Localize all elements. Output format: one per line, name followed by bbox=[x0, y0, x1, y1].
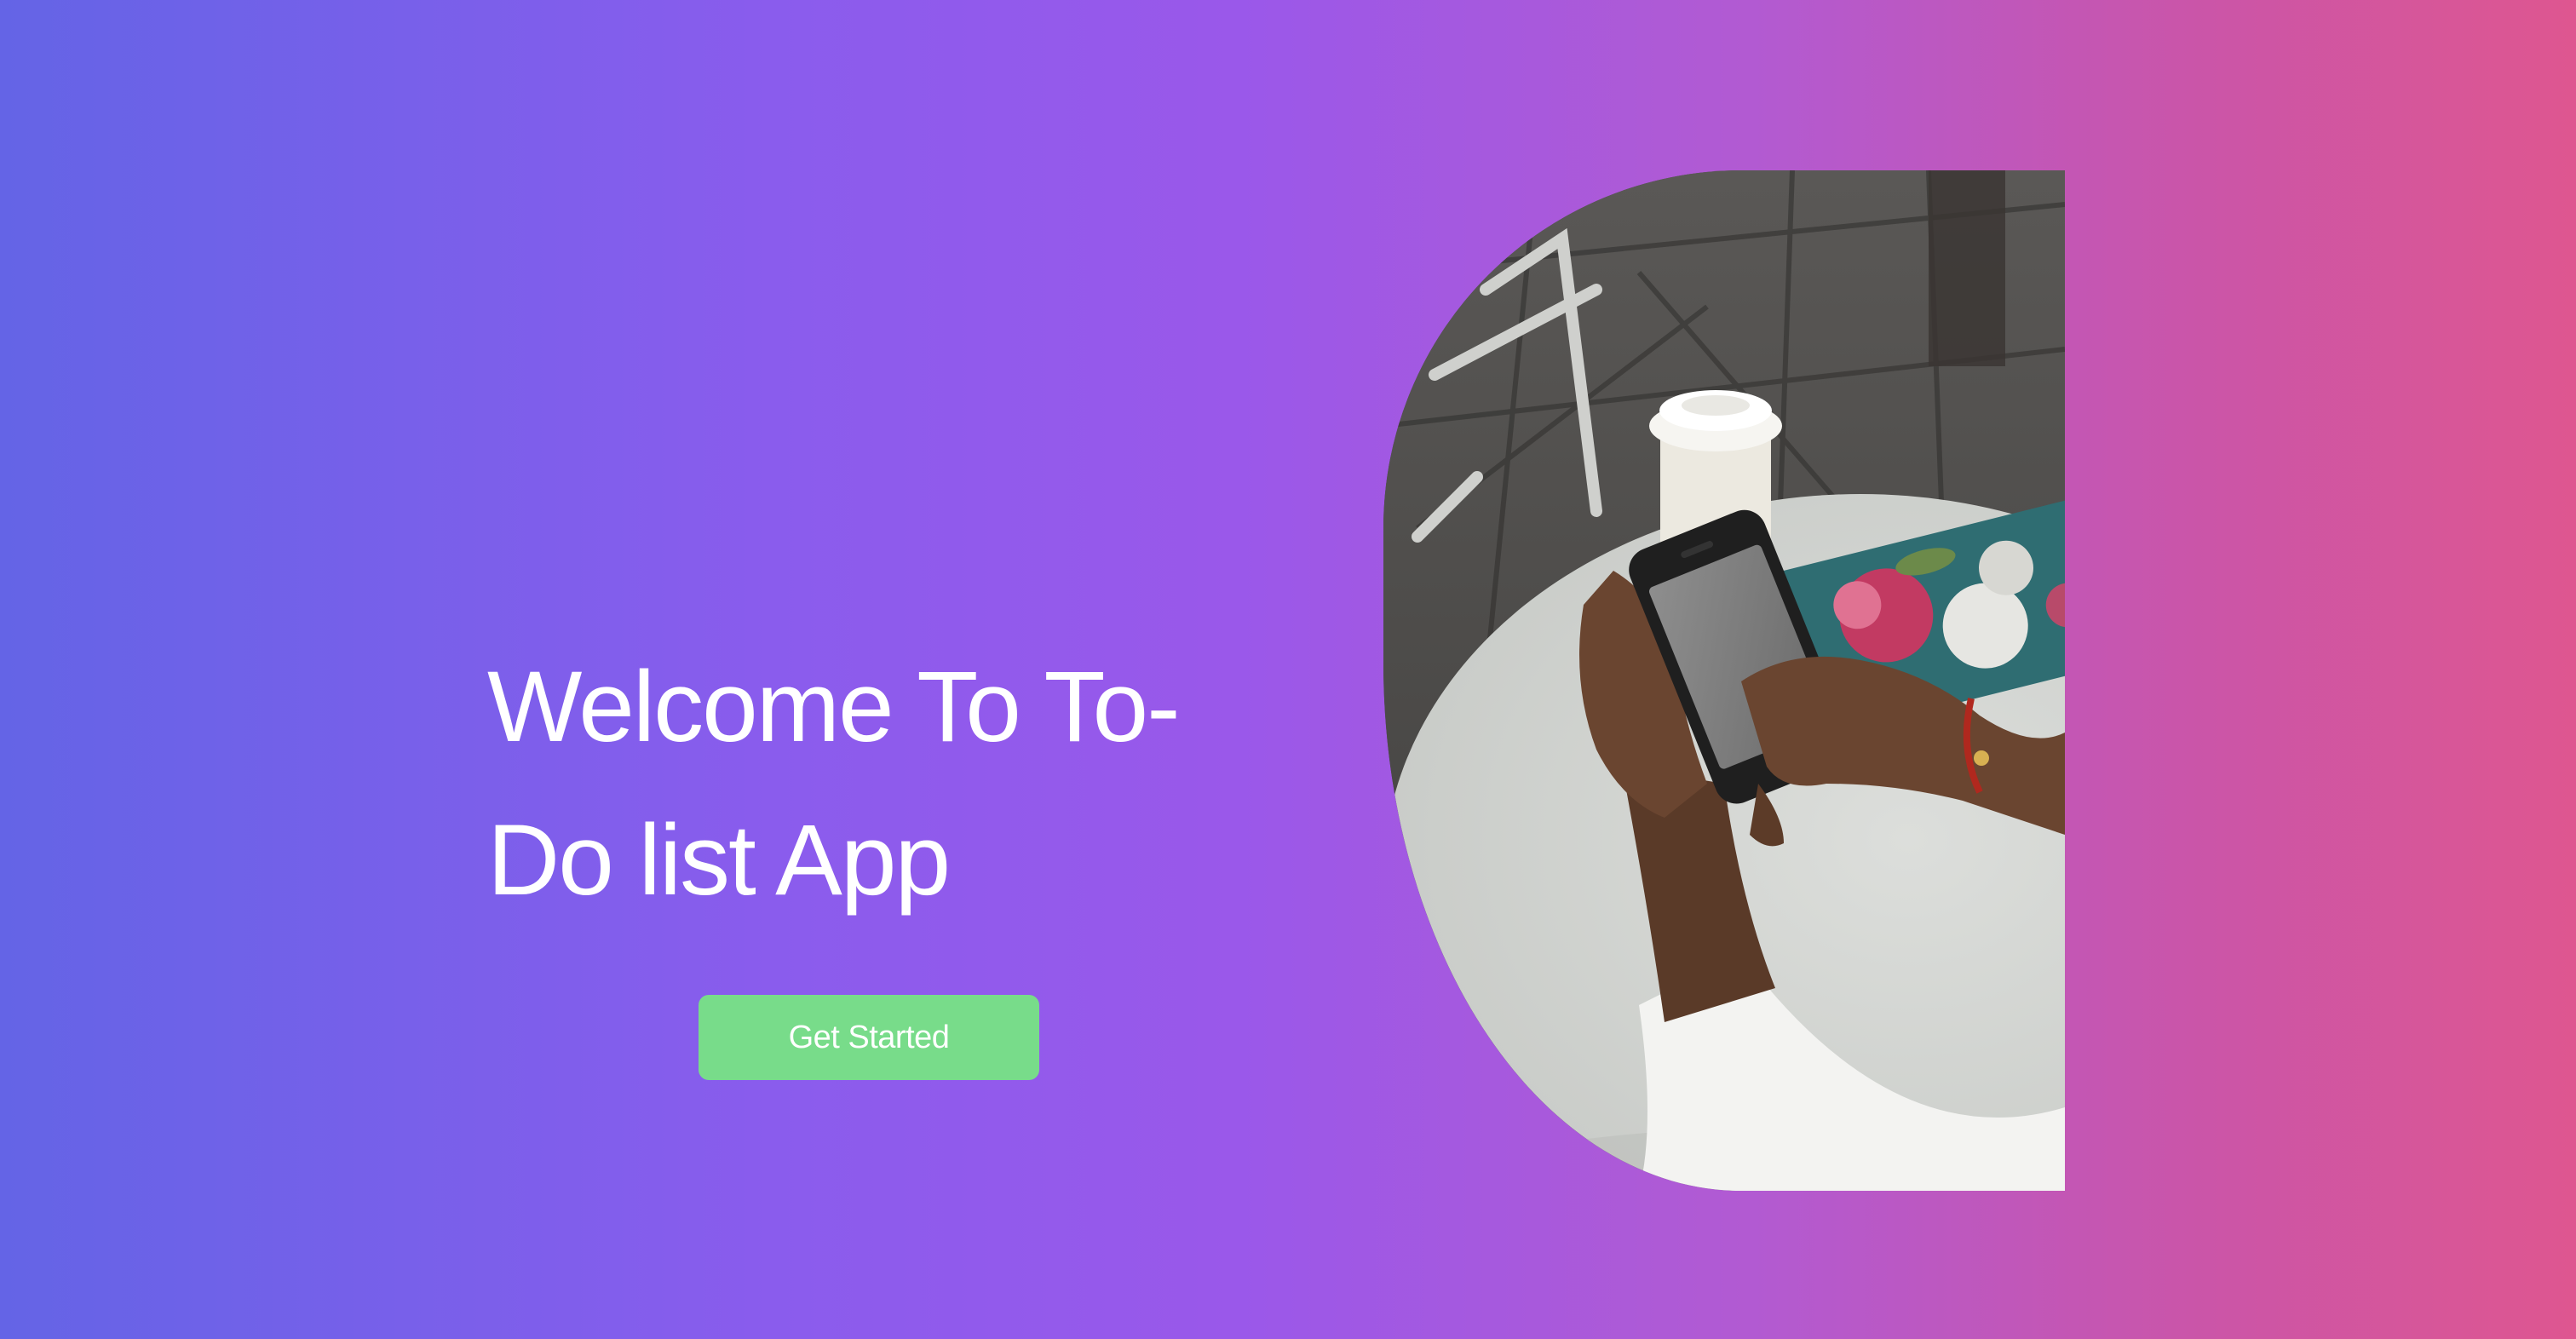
page-background bbox=[0, 0, 2576, 1339]
hero-title: Welcome To To-Do list App bbox=[487, 651, 1180, 917]
get-started-button[interactable]: Get Started bbox=[699, 995, 1039, 1080]
